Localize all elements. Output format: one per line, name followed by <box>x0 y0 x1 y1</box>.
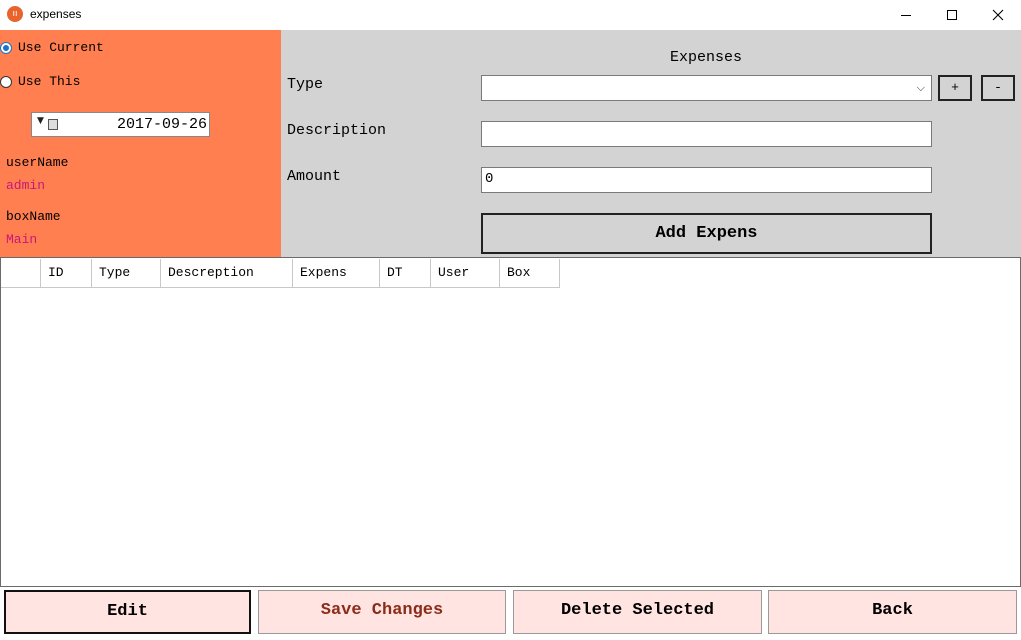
close-button[interactable] <box>975 0 1021 30</box>
date-picker[interactable]: ▼ 2017-09-26 <box>31 112 210 137</box>
use-current-radio[interactable]: Use Current <box>0 40 104 55</box>
amount-label: Amount <box>287 168 342 185</box>
edit-button[interactable]: Edit <box>4 590 251 634</box>
amount-input[interactable]: 0 <box>481 167 932 193</box>
maximize-icon <box>947 10 957 20</box>
close-icon <box>992 9 1004 21</box>
description-input[interactable] <box>481 121 932 147</box>
user-name-value: admin <box>6 178 46 193</box>
column-header-dt[interactable]: DT <box>380 259 431 288</box>
column-header-description[interactable]: Descreption <box>161 259 293 288</box>
back-button[interactable]: Back <box>768 590 1017 634</box>
form-title: Expenses <box>669 49 742 66</box>
date-value: 2017-09-26 <box>116 116 207 133</box>
calendar-icon[interactable] <box>48 119 58 130</box>
remove-type-button[interactable]: - <box>981 75 1015 101</box>
minimize-button[interactable] <box>883 0 929 30</box>
radio-indicator-selected[interactable] <box>0 41 12 54</box>
minimize-icon <box>901 15 911 16</box>
type-label: Type <box>287 76 324 93</box>
use-this-label: Use This <box>18 74 81 89</box>
box-name-value: Main <box>6 232 38 247</box>
box-name-label: boxName <box>6 209 61 224</box>
app-icon: ıı <box>7 6 23 22</box>
chevron-down-icon[interactable]: ⌵ <box>917 81 925 95</box>
user-name-label: userName <box>6 155 69 170</box>
column-header-type[interactable]: Type <box>92 259 161 288</box>
title-bar <box>0 0 1021 30</box>
description-label: Description <box>287 122 387 139</box>
type-select[interactable]: ⌵ <box>481 75 932 101</box>
column-header-user[interactable]: User <box>431 259 500 288</box>
add-expense-button[interactable]: Add Expens <box>481 213 932 254</box>
table-header: ID Type Descreption Expens DT User Box <box>1 259 560 288</box>
column-header-id[interactable]: ID <box>41 259 92 288</box>
expenses-table[interactable] <box>0 257 1021 587</box>
use-current-label: Use Current <box>18 40 104 55</box>
amount-value: 0 <box>485 171 494 187</box>
use-this-radio[interactable]: Use This <box>0 74 80 89</box>
add-type-button[interactable]: + <box>938 75 972 101</box>
save-changes-button[interactable]: Save Changes <box>258 590 506 634</box>
chevron-down-icon[interactable]: ▼ <box>37 116 44 126</box>
radio-indicator[interactable] <box>0 75 12 88</box>
row-header-corner[interactable] <box>1 259 41 288</box>
window-title: expenses <box>30 7 82 21</box>
delete-selected-button[interactable]: Delete Selected <box>513 590 762 634</box>
maximize-button[interactable] <box>929 0 975 30</box>
column-header-expens[interactable]: Expens <box>293 259 380 288</box>
column-header-box[interactable]: Box <box>500 259 560 288</box>
